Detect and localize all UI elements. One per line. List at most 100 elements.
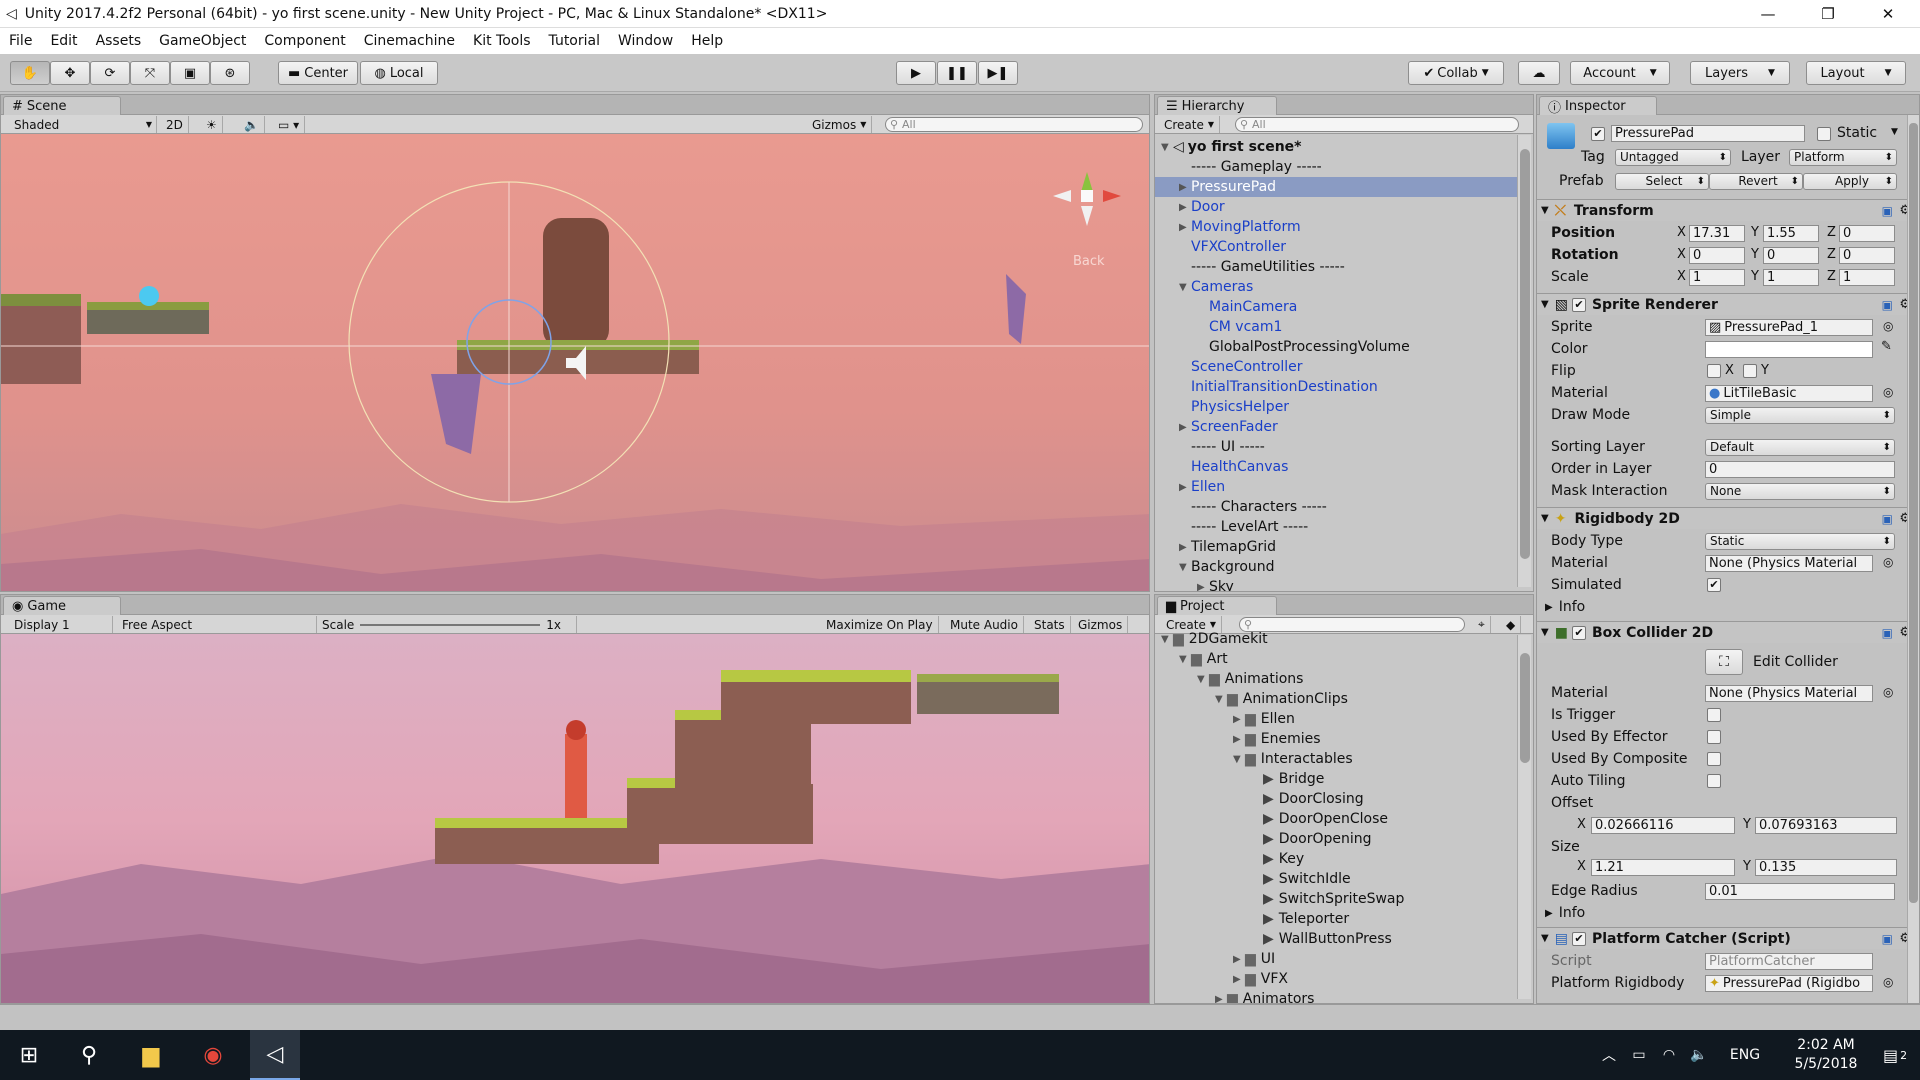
project-item[interactable]: ▶ DoorOpening <box>1155 829 1517 849</box>
sprite-renderer-enabled-checkbox[interactable]: ✔ <box>1571 297 1586 312</box>
close-button[interactable]: ✕ <box>1860 0 1916 28</box>
action-center-button[interactable]: ▤ 2 <box>1870 1030 1920 1080</box>
back-label[interactable]: Back <box>1073 254 1105 269</box>
sprite-renderer-header[interactable]: ▼ ▧ ✔ Sprite Renderer ▣ ⚙ <box>1537 293 1919 315</box>
hierarchy-item[interactable]: CM vcam1 <box>1155 317 1517 337</box>
bc-info-foldout[interactable]: ▶ Info <box>1545 903 1911 923</box>
platform-catcher-header[interactable]: ▼ ▤ ✔ Platform Catcher (Script) ▣ ⚙ <box>1537 927 1919 949</box>
search-taskbar-button[interactable]: ⚲ <box>64 1030 114 1080</box>
collapse-arrow-icon[interactable]: ▼ <box>1541 205 1549 216</box>
eyedropper-icon[interactable]: ✎ <box>1881 339 1892 354</box>
expand-arrow-icon[interactable]: ▶ <box>1233 714 1245 725</box>
lighting-toggle[interactable]: ☀ <box>201 116 223 133</box>
object-picker-icon[interactable]: ◎ <box>1883 975 1893 989</box>
project-item[interactable]: ▼ ▆ Interactables <box>1155 749 1517 769</box>
project-item[interactable]: ▼ ▆ 2DGamekit <box>1155 629 1517 649</box>
offset-y-field[interactable]: 0.07693163 <box>1755 817 1897 834</box>
menu-kit-tools[interactable]: Kit Tools <box>464 33 540 49</box>
offset-x-field[interactable]: 0.02666116 <box>1591 817 1735 834</box>
position-y-field[interactable]: 1.55 <box>1763 225 1819 242</box>
project-item[interactable]: ▶ ▆ Enemies <box>1155 729 1517 749</box>
platform-rigidbody-field[interactable]: ✦ PressurePad (Rigidbo <box>1705 975 1873 992</box>
project-item[interactable]: ▶ ▆ UI <box>1155 949 1517 969</box>
tab-hierarchy[interactable]: ☰ Hierarchy <box>1157 96 1277 115</box>
inspector-scrollbar[interactable] <box>1907 115 1919 1003</box>
hierarchy-create-button[interactable]: Create ▼ <box>1159 116 1221 133</box>
2d-toggle[interactable]: 2D <box>161 116 189 133</box>
mask-interaction-dropdown[interactable]: None <box>1705 483 1895 500</box>
hierarchy-item[interactable]: GlobalPostProcessingVolume <box>1155 337 1517 357</box>
scale-z-field[interactable]: 1 <box>1839 269 1895 286</box>
project-item[interactable]: ▼ ▆ Animations <box>1155 669 1517 689</box>
display-dropdown[interactable]: Display 1 <box>9 616 113 633</box>
wifi-tray-icon[interactable]: ◠ <box>1654 1030 1684 1080</box>
rotation-z-field[interactable]: 0 <box>1839 247 1895 264</box>
size-y-field[interactable]: 0.135 <box>1755 859 1897 876</box>
project-item[interactable]: ▶ DoorOpenClose <box>1155 809 1517 829</box>
hierarchy-item[interactable]: PhysicsHelper <box>1155 397 1517 417</box>
static-checkbox[interactable] <box>1817 127 1831 141</box>
chevron-down-icon[interactable]: ▼ <box>1891 127 1898 137</box>
menu-gameobject[interactable]: GameObject <box>150 33 255 49</box>
file-explorer-button[interactable]: ▆ <box>126 1030 176 1080</box>
is-trigger-checkbox[interactable] <box>1707 708 1721 722</box>
project-scrollbar[interactable] <box>1517 635 1531 999</box>
platform-catcher-enabled-checkbox[interactable]: ✔ <box>1571 931 1586 946</box>
edge-radius-field[interactable]: 0.01 <box>1705 883 1895 900</box>
hierarchy-item[interactable]: ▼ Background <box>1155 557 1517 577</box>
menu-cinemachine[interactable]: Cinemachine <box>355 33 464 49</box>
project-item[interactable]: ▶ SwitchSpriteSwap <box>1155 889 1517 909</box>
scene-search-input[interactable]: ⚲ All <box>885 117 1143 132</box>
clock[interactable]: 2:02 AM 5/5/2018 <box>1776 1036 1876 1074</box>
minimize-button[interactable]: — <box>1740 0 1796 28</box>
shading-dropdown[interactable]: Shaded ▼ <box>9 116 157 133</box>
rect-tool-button[interactable]: ▣ <box>170 61 210 85</box>
box-collider-header[interactable]: ▼ ■ ✔ Box Collider 2D ▣ ⚙ <box>1537 621 1919 643</box>
scrollbar-thumb[interactable] <box>1520 149 1530 559</box>
hierarchy-item[interactable]: ▶ TilemapGrid <box>1155 537 1517 557</box>
menu-file[interactable]: File <box>0 33 41 49</box>
effects-dropdown[interactable]: ▭ ▾ <box>273 116 306 133</box>
object-picker-icon[interactable]: ◎ <box>1883 555 1893 569</box>
prefab-apply-button[interactable]: Apply <box>1803 173 1897 190</box>
maximize-on-play-toggle[interactable]: Maximize On Play <box>821 616 939 633</box>
collapse-arrow-icon[interactable]: ▼ <box>1541 627 1549 638</box>
tab-project[interactable]: ▆ Project <box>1157 596 1277 615</box>
collapse-arrow-icon[interactable]: ▼ <box>1215 694 1227 705</box>
hierarchy-item[interactable]: ▶ ScreenFader <box>1155 417 1517 437</box>
order-in-layer-field[interactable]: 0 <box>1705 461 1895 478</box>
help-icon[interactable]: ▣ <box>1882 626 1893 640</box>
hierarchy-search-input[interactable]: ⚲ All <box>1235 117 1519 132</box>
project-item[interactable]: ▶ Teleporter <box>1155 909 1517 929</box>
expand-arrow-icon[interactable]: ▶ <box>1179 182 1191 193</box>
tab-scene[interactable]: # Scene <box>3 96 121 115</box>
draw-mode-dropdown[interactable]: Simple <box>1705 407 1895 424</box>
hierarchy-item[interactable]: ----- Gameplay ----- <box>1155 157 1517 177</box>
scale-tool-button[interactable]: ⤧ <box>130 61 170 85</box>
project-item[interactable]: ▶ Bridge <box>1155 769 1517 789</box>
hierarchy-item[interactable]: ▶ MovingPlatform <box>1155 217 1517 237</box>
hierarchy-item[interactable]: InitialTransitionDestination <box>1155 377 1517 397</box>
color-field[interactable] <box>1705 341 1873 358</box>
hierarchy-item[interactable]: ▶ Sky <box>1155 577 1517 591</box>
game-gizmos-dropdown[interactable]: Gizmos <box>1073 616 1129 633</box>
expand-arrow-icon[interactable]: ▶ <box>1179 222 1191 233</box>
project-item[interactable]: ▼ ▆ Art <box>1155 649 1517 669</box>
collapse-arrow-icon[interactable]: ▼ <box>1161 634 1173 645</box>
object-name-field[interactable]: PressurePad <box>1611 125 1805 142</box>
sorting-layer-dropdown[interactable]: Default <box>1705 439 1895 456</box>
move-tool-button[interactable]: ✥ <box>50 61 90 85</box>
rotate-tool-button[interactable]: ⟳ <box>90 61 130 85</box>
bc-material-field[interactable]: None (Physics Material <box>1705 685 1873 702</box>
gizmos-dropdown[interactable]: Gizmos ▼ <box>807 116 873 133</box>
help-icon[interactable]: ▣ <box>1882 512 1893 526</box>
cloud-button[interactable]: ☁ <box>1518 61 1560 85</box>
scene-viewport[interactable]: Back <box>1 134 1149 591</box>
hierarchy-item[interactable]: ▶ PressurePad <box>1155 177 1517 197</box>
collapse-arrow-icon[interactable]: ▼ <box>1197 674 1209 685</box>
windows-start-button[interactable]: ⊞ <box>4 1030 54 1080</box>
simulated-checkbox[interactable]: ✔ <box>1707 578 1721 592</box>
object-picker-icon[interactable]: ◎ <box>1883 319 1893 333</box>
hierarchy-item[interactable]: HealthCanvas <box>1155 457 1517 477</box>
auto-tiling-checkbox[interactable] <box>1707 774 1721 788</box>
